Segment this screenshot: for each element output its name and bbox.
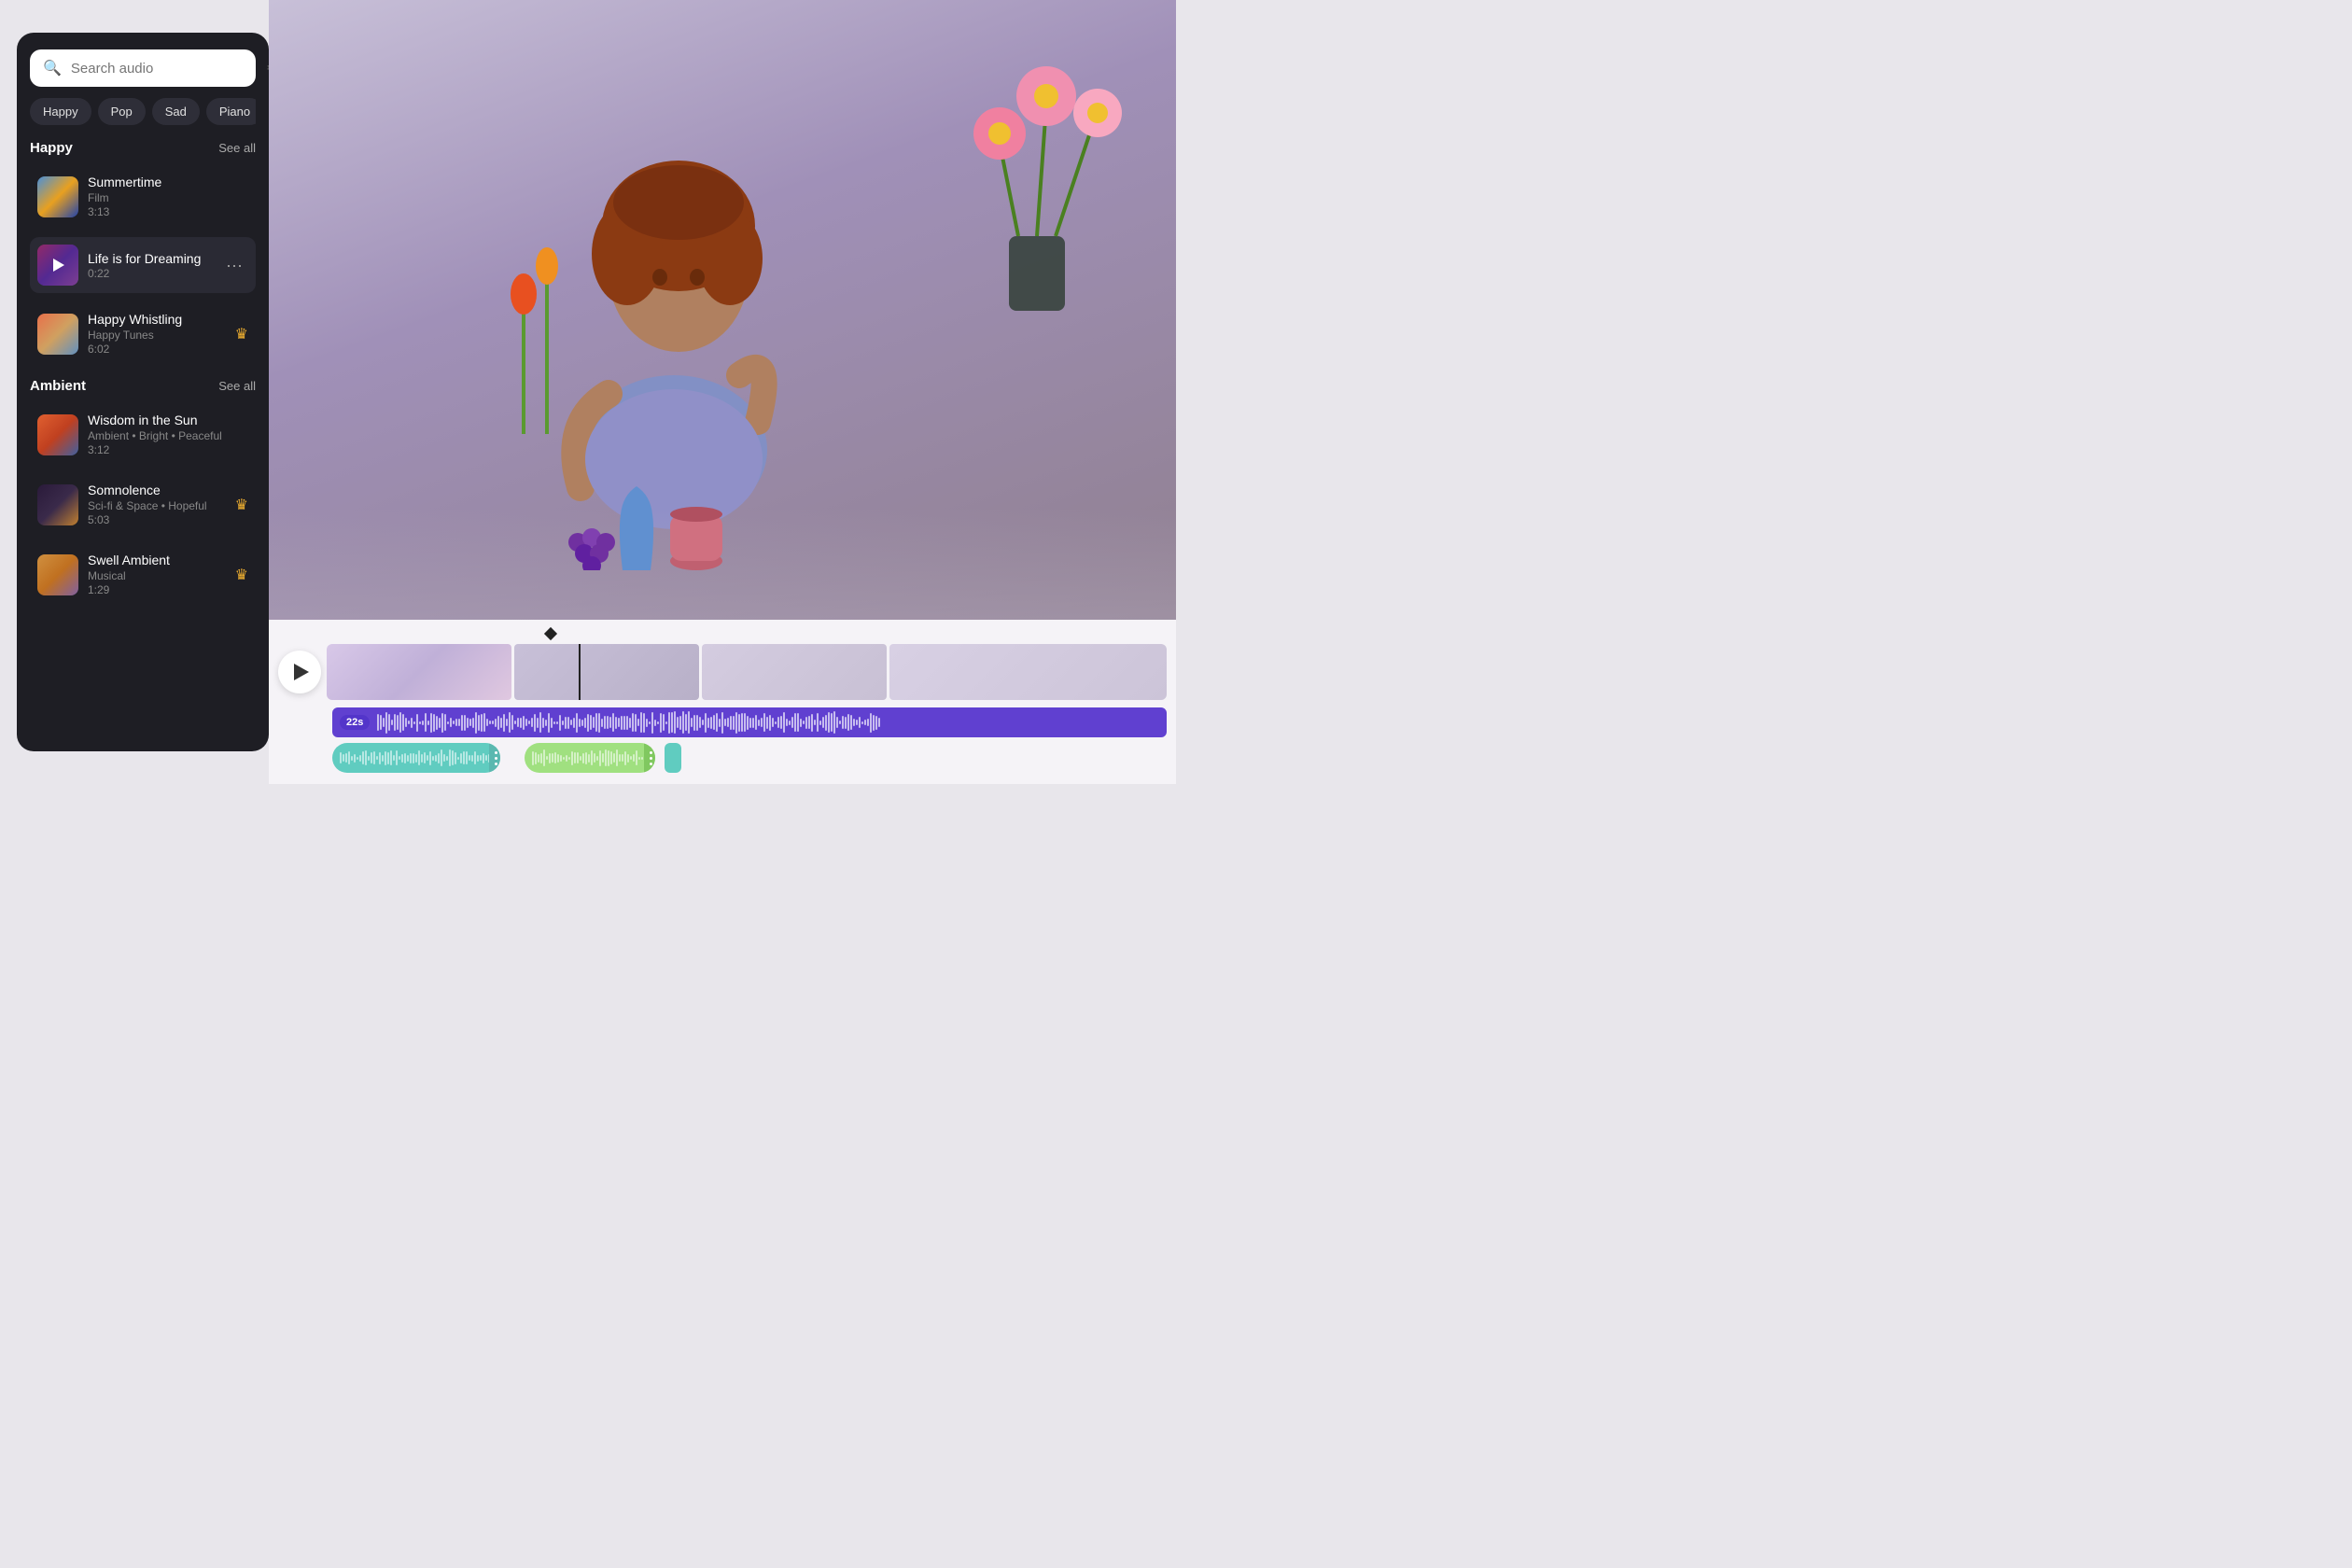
playhead-diamond	[544, 627, 557, 640]
track-more-dreaming[interactable]: ···	[220, 252, 248, 279]
video-preview	[269, 0, 1176, 620]
track-duration-swell: 1:29	[88, 583, 226, 596]
track-info-dreaming: Life is for Dreaming 0:22	[88, 251, 211, 280]
teal-track-handle[interactable]	[489, 743, 500, 773]
chip-sad[interactable]: Sad	[152, 98, 200, 125]
search-bar[interactable]: 🔍 ⚙	[30, 49, 256, 87]
track-info-wisdom: Wisdom in the Sun Ambient • Bright • Pea…	[88, 413, 248, 456]
thumb-strip	[269, 644, 1176, 700]
crown-icon-swell: ♛	[235, 566, 248, 584]
track-name-dreaming: Life is for Dreaming	[88, 251, 211, 266]
video-thumb-strip	[327, 644, 1167, 700]
track-duration-somnolence: 5:03	[88, 513, 226, 526]
play-triangle-icon	[53, 259, 64, 272]
purple-audio-track[interactable]: 22s	[332, 707, 1167, 737]
crown-icon-whistling: ♛	[235, 325, 248, 343]
track-wisdom[interactable]: Wisdom in the Sun Ambient • Bright • Pea…	[30, 405, 256, 464]
track-meta-whistling: Happy Tunes	[88, 329, 226, 342]
track-summertime[interactable]: Summertime Film 3:13	[30, 167, 256, 226]
track-name-wisdom: Wisdom in the Sun	[88, 413, 248, 427]
teal-end-piece	[665, 743, 681, 773]
main-audio-track-row: 22s	[278, 707, 1167, 737]
track-name-somnolence: Somnolence	[88, 483, 226, 497]
track-info-whistling: Happy Whistling Happy Tunes 6:02	[88, 312, 226, 356]
track-duration-dreaming: 0:22	[88, 267, 211, 280]
grapes-decoration	[559, 514, 624, 570]
video-thumb-1	[327, 644, 511, 700]
video-background	[269, 0, 1176, 620]
search-input[interactable]	[71, 61, 257, 77]
track-thumb-wisdom	[37, 414, 78, 455]
track-name-whistling: Happy Whistling	[88, 312, 226, 327]
green-track-handle[interactable]	[644, 743, 655, 773]
green-waveform	[532, 749, 648, 767]
track-swell[interactable]: Swell Ambient Musical 1:29 ♛	[30, 545, 256, 604]
flowers-decoration	[934, 31, 1158, 311]
track-duration-summertime: 3:13	[88, 205, 248, 218]
secondary-audio-track-row	[278, 743, 1167, 773]
track-somnolence[interactable]: Somnolence Sci-fi & Space • Hopeful 5:03…	[30, 475, 256, 534]
video-thumb-4	[889, 644, 1167, 700]
green-audio-track[interactable]	[525, 743, 655, 773]
video-thumb-2	[514, 644, 699, 700]
section-ambient-title: Ambient	[30, 378, 86, 394]
track-dreaming[interactable]: Life is for Dreaming 0:22 ···	[30, 237, 256, 293]
audio-panel: 🔍 ⚙ Happy Pop Sad Piano Jazz Bi› Happy S…	[17, 33, 269, 751]
track-info-summertime: Summertime Film 3:13	[88, 175, 248, 218]
chip-happy[interactable]: Happy	[30, 98, 91, 125]
pink-jar	[668, 496, 724, 570]
genre-chips: Happy Pop Sad Piano Jazz Bi›	[30, 98, 256, 125]
video-thumb-3	[702, 644, 887, 700]
track-time-badge: 22s	[340, 715, 370, 730]
chip-piano[interactable]: Piano	[206, 98, 256, 125]
section-happy-title: Happy	[30, 140, 73, 156]
teal-audio-track[interactable]	[332, 743, 500, 773]
chip-pop[interactable]: Pop	[98, 98, 146, 125]
section-ambient-header: Ambient See all	[30, 378, 256, 394]
track-whistling[interactable]: Happy Whistling Happy Tunes 6:02 ♛	[30, 304, 256, 363]
section-happy-header: Happy See all	[30, 140, 256, 156]
track-meta-summertime: Film	[88, 191, 248, 204]
track-meta-somnolence: Sci-fi & Space • Hopeful	[88, 499, 226, 512]
right-panel: 22s	[269, 0, 1176, 784]
tulips-decoration	[496, 247, 580, 434]
track-duration-whistling: 6:02	[88, 343, 226, 356]
crown-icon-somnolence: ♛	[235, 496, 248, 514]
secondary-tracks	[332, 743, 1167, 773]
teal-waveform	[340, 749, 493, 767]
audio-tracks: 22s	[269, 707, 1176, 773]
timeline-section: 22s	[269, 620, 1176, 784]
search-icon: 🔍	[43, 59, 62, 77]
section-happy-see-all[interactable]: See all	[218, 141, 256, 155]
track-meta-swell: Musical	[88, 569, 226, 582]
track-thumb-summertime	[37, 176, 78, 217]
track-name-summertime: Summertime	[88, 175, 248, 189]
track-thumb-dreaming	[37, 245, 78, 286]
track-thumb-whistling	[37, 314, 78, 355]
play-overlay-dreaming	[37, 245, 78, 286]
play-triangle-icon	[294, 664, 309, 680]
section-ambient-see-all[interactable]: See all	[218, 379, 256, 393]
track-meta-wisdom: Ambient • Bright • Peaceful	[88, 429, 248, 442]
track-name-swell: Swell Ambient	[88, 553, 226, 567]
track-duration-wisdom: 3:12	[88, 443, 248, 456]
playhead-line	[579, 644, 581, 700]
play-button[interactable]	[278, 651, 321, 693]
track-info-somnolence: Somnolence Sci-fi & Space • Hopeful 5:03	[88, 483, 226, 526]
purple-waveform	[377, 711, 1159, 734]
track-thumb-somnolence	[37, 484, 78, 525]
track-thumb-swell	[37, 554, 78, 595]
track-info-swell: Swell Ambient Musical 1:29	[88, 553, 226, 596]
